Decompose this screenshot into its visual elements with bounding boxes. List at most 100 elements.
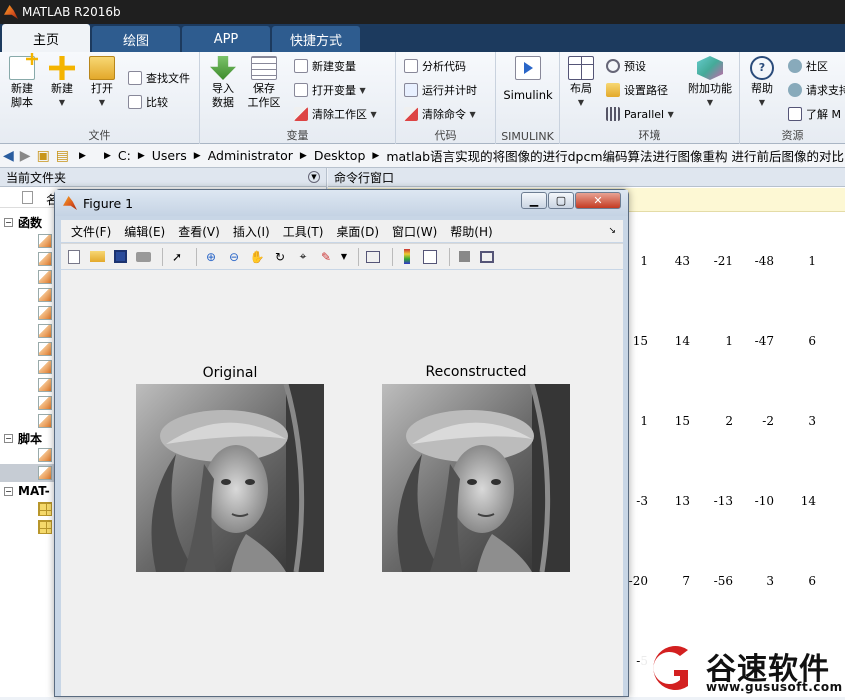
data-cursor-icon[interactable]: ⌖ [294, 248, 312, 266]
zoom-out-icon[interactable]: ⊖ [225, 248, 243, 266]
import-data-button[interactable]: 导入 数据 [208, 56, 238, 110]
new-label: 新建 [51, 82, 73, 95]
find-files-button[interactable]: 查找文件 [128, 68, 190, 88]
function-file-icon[interactable] [38, 234, 52, 248]
add-ons-button[interactable]: 附加功能 ▼ [686, 56, 734, 110]
breadcrumb-desktop[interactable]: Desktop [314, 148, 366, 163]
simulink-button[interactable]: Simulink [502, 56, 554, 102]
new-script-button[interactable]: 新建 脚本 [6, 53, 38, 110]
preferences-button[interactable]: 预设 [606, 56, 646, 76]
find-files-label: 查找文件 [146, 72, 190, 85]
menu-insert[interactable]: 插入(I) [233, 223, 270, 240]
breadcrumb-drive[interactable]: C: [118, 148, 131, 163]
legend-icon[interactable] [421, 248, 439, 266]
tree-section-functions[interactable]: − 函数 [4, 214, 42, 231]
panel-menu-icon[interactable]: ▼ [308, 171, 320, 183]
clear-workspace-button[interactable]: 清除工作区 ▼ [294, 104, 377, 124]
clear-commands-button[interactable]: 清除命令 ▼ [404, 104, 476, 124]
help-button[interactable]: ? 帮助 ▼ [746, 56, 778, 110]
mat-file-icon[interactable] [38, 520, 52, 534]
forward-arrow-icon[interactable]: ▶ [20, 148, 31, 164]
maximize-button[interactable]: ▢ [548, 192, 574, 209]
menu-tools[interactable]: 工具(T) [283, 223, 324, 240]
function-file-icon[interactable] [38, 342, 52, 356]
matlab-logo-icon [4, 5, 18, 19]
open-button[interactable]: 打开 ▼ [88, 56, 116, 110]
dropdown-arrow-icon[interactable]: ▼ [340, 248, 348, 266]
tree-section-mat-files[interactable]: − MAT- [4, 484, 50, 498]
pan-hand-icon[interactable]: ✋ [248, 248, 266, 266]
breadcrumb-project-folder[interactable]: matlab语言实现的将图像的进行dpcm编码算法进行图像重构 进行前后图像的对… [386, 146, 844, 165]
mat-file-icon[interactable] [38, 502, 52, 516]
output-cell: 7 [682, 574, 690, 588]
collapse-icon[interactable]: − [4, 218, 13, 227]
request-support-button[interactable]: 请求支持 [788, 80, 845, 100]
save-icon[interactable] [111, 248, 129, 266]
link-plot-icon[interactable] [364, 248, 382, 266]
layout-button[interactable]: 布局 ▼ [566, 56, 596, 110]
colorbar-icon[interactable] [398, 248, 416, 266]
function-file-icon[interactable] [38, 396, 52, 410]
function-file-icon[interactable] [38, 270, 52, 284]
set-path-button[interactable]: 设置路径 [606, 80, 668, 100]
hide-plot-tools-icon[interactable] [455, 248, 473, 266]
function-file-icon[interactable] [38, 288, 52, 302]
parallel-button[interactable]: Parallel ▼ [606, 104, 674, 124]
pointer-icon[interactable]: ➚ [168, 248, 186, 266]
community-button[interactable]: 社区 [788, 56, 828, 76]
help-icon: ? [750, 56, 774, 80]
menu-desktop[interactable]: 桌面(D) [336, 223, 379, 240]
menu-window[interactable]: 窗口(W) [392, 223, 437, 240]
original-image[interactable] [136, 384, 324, 572]
function-file-icon[interactable] [38, 324, 52, 338]
collapse-icon[interactable]: − [4, 434, 13, 443]
open-file-icon[interactable] [88, 248, 106, 266]
show-plot-tools-icon[interactable] [478, 248, 496, 266]
minimize-button[interactable]: ▁ [521, 192, 547, 209]
figure-menubar: 文件(F) 编辑(E) 查看(V) 插入(I) 工具(T) 桌面(D) 窗口(W… [61, 220, 623, 242]
tab-apps[interactable]: APP [182, 26, 270, 52]
brush-icon[interactable]: ✎ [317, 248, 335, 266]
toolbar-separator [162, 247, 163, 266]
save-workspace-button[interactable]: 保存 工作区 [246, 56, 282, 110]
zoom-in-icon[interactable]: ⊕ [202, 248, 220, 266]
close-button[interactable]: ✕ [575, 192, 621, 209]
breadcrumb-users[interactable]: Users [152, 148, 187, 163]
tab-plots[interactable]: 绘图 [92, 26, 180, 52]
open-variable-button[interactable]: 打开变量 ▼ [294, 80, 366, 100]
function-file-icon[interactable] [38, 360, 52, 374]
function-file-icon[interactable] [38, 306, 52, 320]
menu-edit[interactable]: 编辑(E) [124, 223, 165, 240]
script-file-icon[interactable] [38, 448, 52, 462]
menu-view[interactable]: 查看(V) [178, 223, 220, 240]
menu-help[interactable]: 帮助(H) [450, 223, 492, 240]
simulink-label: Simulink [503, 88, 553, 102]
output-cell: 2 [725, 414, 733, 428]
script-file-icon[interactable] [38, 466, 52, 480]
save-workspace-label: 保存 工作区 [247, 82, 281, 109]
new-figure-icon[interactable] [65, 248, 83, 266]
menu-file[interactable]: 文件(F) [71, 223, 111, 240]
menu-overflow-icon[interactable]: ↘ [608, 226, 616, 236]
function-file-icon[interactable] [38, 252, 52, 266]
back-arrow-icon[interactable]: ◀ [3, 148, 14, 164]
function-file-icon[interactable] [38, 414, 52, 428]
analyze-code-button[interactable]: 分析代码 [404, 56, 466, 76]
function-file-icon[interactable] [38, 378, 52, 392]
breadcrumb-administrator[interactable]: Administrator [208, 148, 293, 163]
tab-home[interactable]: 主页 [2, 24, 90, 52]
new-button[interactable]: 新建 ▼ [48, 56, 76, 110]
up-folder-icon[interactable]: ▣ [37, 148, 50, 164]
run-and-time-button[interactable]: 运行并计时 [404, 80, 477, 100]
collapse-icon[interactable]: − [4, 486, 13, 496]
tab-shortcuts[interactable]: 快捷方式 [272, 26, 360, 52]
learn-matlab-button[interactable]: 了解 M [788, 104, 841, 124]
compare-button[interactable]: 比较 [128, 92, 168, 112]
new-variable-button[interactable]: 新建变量 [294, 56, 356, 76]
tree-section-scripts[interactable]: − 脚本 [4, 430, 42, 447]
reconstructed-image[interactable] [382, 384, 570, 572]
rotate-3d-icon[interactable]: ↻ [271, 248, 289, 266]
browse-folder-icon[interactable]: ▤ [56, 148, 69, 164]
section-functions-label: 函数 [18, 216, 43, 230]
print-icon[interactable] [134, 248, 152, 266]
